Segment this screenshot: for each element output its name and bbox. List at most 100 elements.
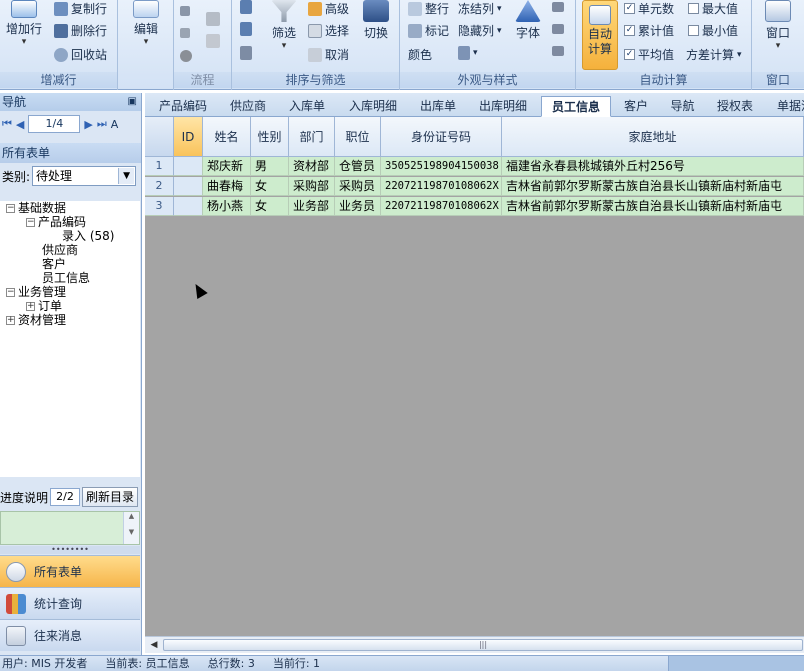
flow-forward-button[interactable]: [180, 6, 190, 16]
cell-address[interactable]: 吉林省前郭尔罗斯蒙古族自治县长山镇新庙村新庙屯: [502, 197, 804, 216]
cell-name[interactable]: 郑庆新: [203, 157, 251, 176]
stats-query-button[interactable]: 统计查询: [0, 587, 140, 619]
cancel-filter-button[interactable]: 取消: [308, 46, 349, 63]
collapse-icon[interactable]: −: [6, 203, 15, 213]
first-page-icon[interactable]: ⏮: [2, 117, 12, 131]
average-checkbox[interactable]: ✓ 平均值: [624, 46, 674, 63]
copy-row-button[interactable]: 复制行: [54, 0, 107, 17]
tab-7[interactable]: 客户: [615, 96, 657, 117]
chevron-down-icon[interactable]: ▼: [118, 168, 135, 184]
tree-node-basic-data[interactable]: − 基础数据: [6, 201, 66, 215]
tab-0[interactable]: 产品编码: [149, 96, 217, 117]
mark-button[interactable]: 标记: [408, 22, 449, 39]
column-header-id[interactable]: ID: [174, 117, 203, 157]
row-number[interactable]: 2: [145, 177, 174, 196]
cell-position[interactable]: 采购员: [335, 177, 381, 196]
scrollbar-thumb[interactable]: |||: [163, 639, 803, 651]
tab-9[interactable]: 授权表: [709, 96, 761, 117]
sort-desc-button[interactable]: [240, 22, 252, 36]
flow-undo-button[interactable]: [180, 28, 190, 38]
cell-address[interactable]: 吉林省前郭尔罗斯蒙古族自治县长山镇新庙村新庙屯: [502, 177, 804, 196]
cell-idcard[interactable]: 350525198904150038: [381, 157, 502, 176]
table-row[interactable]: 1 郑庆新男资材部 仓管员 350525198904150038 福建省永春县桃城镇外丘…: [145, 157, 804, 176]
auto-calc-button[interactable]: 自动计算: [582, 0, 618, 70]
tree-node-order[interactable]: + 订单: [26, 299, 62, 313]
sort-asc-button[interactable]: [240, 0, 252, 14]
select-all-corner[interactable]: [145, 117, 174, 157]
tab-5[interactable]: 出库明细: [469, 96, 537, 117]
sort-az-button[interactable]: A: [111, 118, 119, 131]
cell-idcard[interactable]: 22072119870108062X: [381, 177, 502, 196]
tree-node-supplier[interactable]: 供应商: [42, 243, 78, 257]
tree-node-business-mgmt[interactable]: − 业务管理: [6, 285, 66, 299]
scroll-left-icon[interactable]: ◀: [147, 638, 161, 652]
flow-list-button[interactable]: [206, 12, 220, 26]
category-select[interactable]: 待处理 ▼: [32, 166, 137, 186]
cell-count-checkbox[interactable]: ✓ 单元数: [624, 0, 674, 17]
align-center-button[interactable]: [552, 24, 564, 34]
refresh-directory-button[interactable]: 刷新目录: [82, 487, 139, 507]
cell-id[interactable]: [174, 197, 203, 216]
cell-idcard[interactable]: 22072119870108062X: [381, 197, 502, 216]
advanced-filter-button[interactable]: 高级: [308, 0, 349, 17]
cell-gender[interactable]: 男: [251, 157, 289, 176]
tab-2[interactable]: 入库单: [279, 96, 335, 117]
delete-row-button[interactable]: 删除行: [54, 22, 107, 39]
freeze-columns-button[interactable]: 冻结列 ▾: [458, 0, 502, 17]
tab-10[interactable]: 单据流: [765, 96, 804, 117]
table-row[interactable]: 3 杨小燕女业务部 业务员 22072119870108062X 吉林省前郭尔罗斯蒙古族…: [145, 197, 804, 216]
expand-icon[interactable]: +: [6, 315, 15, 325]
cell-dept[interactable]: 业务部: [289, 197, 335, 216]
tab-4[interactable]: 出库单: [411, 96, 465, 117]
cell-name[interactable]: 杨小燕: [203, 197, 251, 216]
window-button[interactable]: 窗口 ▾: [760, 0, 796, 51]
tab-6[interactable]: 员工信息: [541, 96, 611, 117]
cell-gender[interactable]: 女: [251, 197, 289, 216]
tree-node-customer[interactable]: 客户: [42, 257, 66, 271]
align-left-button[interactable]: [552, 2, 564, 12]
row-number[interactable]: 1: [145, 157, 174, 176]
collapse-icon[interactable]: −: [26, 217, 35, 227]
cell-gender[interactable]: 女: [251, 177, 289, 196]
min-checkbox[interactable]: 最小值: [688, 22, 738, 39]
cell-name[interactable]: 曲春梅: [203, 177, 251, 196]
row-number[interactable]: 3: [145, 197, 174, 216]
cell-id[interactable]: [174, 177, 203, 196]
collapse-icon[interactable]: −: [6, 287, 15, 297]
column-header-idcard[interactable]: 身份证号码: [381, 117, 502, 157]
cell-address[interactable]: 福建省永春县桃城镇外丘村256号: [502, 157, 804, 176]
pin-icon[interactable]: ▣: [128, 93, 137, 111]
sort-clear-button[interactable]: [240, 46, 252, 60]
cell-position[interactable]: 仓管员: [335, 157, 381, 176]
tree-node-entry[interactable]: 录入 (58): [62, 229, 114, 243]
tab-3[interactable]: 入库明细: [339, 96, 407, 117]
hide-columns-button[interactable]: 隐藏列 ▾: [458, 22, 502, 39]
cumulative-checkbox[interactable]: ✓ 累计值: [624, 22, 674, 39]
tab-1[interactable]: 供应商: [221, 96, 275, 117]
whole-row-button[interactable]: 整行: [408, 0, 449, 17]
recycle-bin-button[interactable]: 回收站: [54, 46, 107, 63]
note-area[interactable]: ▲ ▼: [0, 511, 140, 545]
flow-table-button[interactable]: [206, 34, 220, 48]
align-right-button[interactable]: [552, 46, 564, 56]
toggle-button[interactable]: 切换: [358, 0, 394, 41]
column-header-gender[interactable]: 性别: [251, 117, 289, 157]
column-header-name[interactable]: 姓名: [203, 117, 251, 157]
tree-node-product-code[interactable]: − 产品编码: [26, 215, 86, 229]
panel-splitter[interactable]: ••••••••: [0, 546, 140, 554]
column-header-address[interactable]: 家庭地址: [502, 117, 804, 157]
filter-button[interactable]: 筛选 ▾: [266, 0, 302, 51]
edit-button[interactable]: 编辑 ▾: [126, 0, 166, 47]
add-row-button[interactable]: 增加行 ▾: [4, 0, 44, 47]
column-width-button[interactable]: ▾: [458, 46, 478, 60]
column-header-dept[interactable]: 部门: [289, 117, 335, 157]
next-page-icon[interactable]: ▶: [84, 118, 92, 131]
tab-8[interactable]: 导航: [660, 96, 705, 117]
max-checkbox[interactable]: 最大值: [688, 0, 738, 17]
note-scrollbar[interactable]: ▲ ▼: [123, 512, 139, 544]
table-row[interactable]: 2 曲春梅女采购部 采购员 22072119870108062X 吉林省前郭尔罗斯蒙古族…: [145, 177, 804, 196]
prev-page-icon[interactable]: ◀: [16, 118, 24, 131]
all-forms-button[interactable]: 所有表单: [0, 555, 140, 587]
color-button[interactable]: 颜色: [408, 46, 432, 63]
tree-node-employee-info[interactable]: 员工信息: [42, 271, 90, 285]
